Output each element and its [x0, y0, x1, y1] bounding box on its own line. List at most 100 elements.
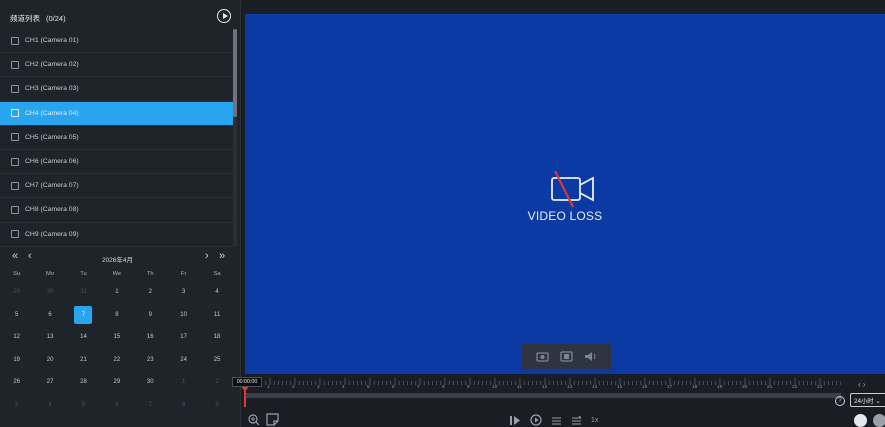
calendar-day[interactable]: 6 [100, 394, 133, 417]
calendar-day[interactable]: 19 [0, 349, 33, 372]
channel-item[interactable]: CH9 (Camera 09) [0, 223, 233, 247]
volume-icon[interactable] [584, 351, 597, 362]
play-icon[interactable] [530, 414, 542, 426]
help-icon[interactable]: ? [835, 396, 845, 406]
step-play-icon[interactable] [510, 415, 521, 426]
clip-icon[interactable] [560, 351, 573, 362]
channel-checkbox[interactable] [11, 205, 19, 214]
calendar-day[interactable]: 8 [100, 304, 133, 327]
zoom-in-icon[interactable] [248, 414, 260, 426]
channel-item[interactable]: CH4 (Camera 04) [0, 101, 233, 126]
calendar-grid: Su Mo Tu We Th Fr Sa 29 30 31 1 2 3 4 5 6 7 8 9 10 11 12 13 14 1… [0, 267, 235, 416]
calendar-day[interactable]: 3 [0, 394, 33, 417]
calendar-day[interactable]: 27 [33, 371, 66, 394]
calendar-day[interactable]: 9 [134, 304, 167, 327]
calendar-day[interactable]: 18 [200, 326, 233, 349]
next-year-icon[interactable]: » [219, 250, 225, 262]
edit-clip-icon[interactable] [266, 413, 279, 426]
calendar-day[interactable]: 2 [200, 371, 233, 394]
sync-icon[interactable] [854, 414, 867, 427]
channel-item[interactable]: CH6 (Camera 06) [0, 150, 233, 175]
calendar-day[interactable]: 26 [0, 371, 33, 394]
calendar-day[interactable]: 5 [0, 304, 33, 327]
calendar-day[interactable]: 4 [33, 394, 66, 417]
channel-item[interactable]: CH5 (Camera 05) [0, 126, 233, 150]
calendar-day-number: 20 [46, 356, 54, 363]
calendar-day[interactable]: 8 [167, 394, 200, 417]
calendar-day[interactable]: 12 [0, 326, 33, 349]
calendar-day[interactable]: 22 [100, 349, 133, 372]
calendar-day[interactable]: 9 [200, 394, 233, 417]
channel-checkbox[interactable] [11, 157, 19, 166]
slow-forward-icon[interactable] [551, 415, 562, 426]
calendar-day[interactable]: 3 [167, 281, 200, 304]
calendar-day[interactable]: 30 [134, 371, 167, 394]
calendar-day[interactable]: 16 [134, 326, 167, 349]
channel-checkbox[interactable] [11, 60, 19, 69]
calendar-day[interactable]: 2 [134, 281, 167, 304]
channel-checkbox[interactable] [11, 133, 19, 142]
channel-item[interactable]: CH1 (Camera 01) [0, 29, 233, 54]
calendar-day[interactable]: 5 [67, 394, 100, 417]
calendar-day[interactable]: 4 [200, 281, 233, 304]
calendar-day-number: 30 [46, 289, 54, 296]
calendar-day[interactable]: 1 [100, 281, 133, 304]
calendar-day[interactable]: 20 [33, 349, 66, 372]
calendar-day[interactable]: 25 [200, 349, 233, 372]
hour-label: 19 [717, 384, 723, 390]
video-pane[interactable]: VIDEO LOSS ⌄ [245, 14, 885, 378]
calendar-day[interactable]: 29 [0, 281, 33, 304]
hour-label: 8 [442, 384, 445, 390]
calendar-day[interactable]: 31 [67, 281, 100, 304]
calendar-day-number: 6 [48, 311, 52, 318]
scroll-thumb[interactable] [233, 29, 237, 117]
timeline-cursor[interactable] [244, 387, 246, 407]
calendar-day-number: 12 [13, 334, 21, 341]
hour-label: 10 [492, 384, 498, 390]
timeline-track[interactable] [245, 393, 841, 398]
calendar-day[interactable]: 7 [134, 394, 167, 417]
channel-item[interactable]: CH7 (Camera 07) [0, 174, 233, 199]
calendar-day[interactable]: 17 [167, 326, 200, 349]
channel-checkbox[interactable] [11, 109, 19, 118]
calendar-day[interactable]: 29 [100, 371, 133, 394]
calendar-day-number: 16 [146, 334, 154, 341]
calendar-day[interactable]: 15 [100, 326, 133, 349]
calendar-day[interactable]: 28 [67, 371, 100, 394]
calendar-day-number: 2 [215, 379, 219, 386]
calendar-day[interactable]: 13 [33, 326, 66, 349]
bottom-right-icons [854, 414, 885, 427]
channel-checkbox[interactable] [11, 36, 19, 45]
calendar-day[interactable]: 21 [67, 349, 100, 372]
channel-item[interactable]: CH2 (Camera 02) [0, 53, 233, 78]
calendar-day[interactable]: 10 [167, 304, 200, 327]
calendar-day-selected[interactable]: 7 [67, 304, 100, 327]
play-all-icon[interactable] [217, 9, 231, 23]
calendar-day[interactable]: 30 [33, 281, 66, 304]
calendar-day[interactable]: 23 [134, 349, 167, 372]
fast-forward-icon[interactable] [571, 415, 582, 426]
next-month-icon[interactable]: › [205, 250, 209, 262]
calendar-day[interactable]: 14 [67, 326, 100, 349]
channel-item[interactable]: CH8 (Camera 08) [0, 198, 233, 223]
calendar-day-number: 11 [213, 311, 221, 318]
video-loss-camera-icon [551, 170, 594, 208]
channel-checkbox[interactable] [11, 230, 19, 239]
left-panel: 频道列表 (0/24) CH1 (Camera 01) CH2 (Camera 0… [0, 0, 241, 427]
channel-list-scrollbar[interactable] [233, 29, 237, 247]
calendar-day[interactable]: 24 [167, 349, 200, 372]
snapshot-icon[interactable] [536, 351, 549, 362]
calendar-day[interactable]: 6 [33, 304, 66, 327]
channel-checkbox[interactable] [11, 84, 19, 93]
playback-speed: 1x [591, 416, 599, 424]
calendar-day-number: 5 [15, 311, 19, 318]
calendar-day[interactable]: 11 [200, 304, 233, 327]
ruler-nav-icons[interactable]: ‹ › [858, 380, 866, 389]
channel-checkbox[interactable] [11, 181, 19, 190]
calendar-day[interactable]: 1 [167, 371, 200, 394]
hour-label: 13 [567, 384, 573, 390]
settings-icon[interactable] [873, 414, 885, 427]
time-scale-select[interactable]: 24小时 ⌄ [850, 393, 885, 407]
timeline-ruler[interactable]: 123456789101112131415161718192021222324 [241, 376, 841, 390]
channel-item[interactable]: CH3 (Camera 03) [0, 77, 233, 102]
